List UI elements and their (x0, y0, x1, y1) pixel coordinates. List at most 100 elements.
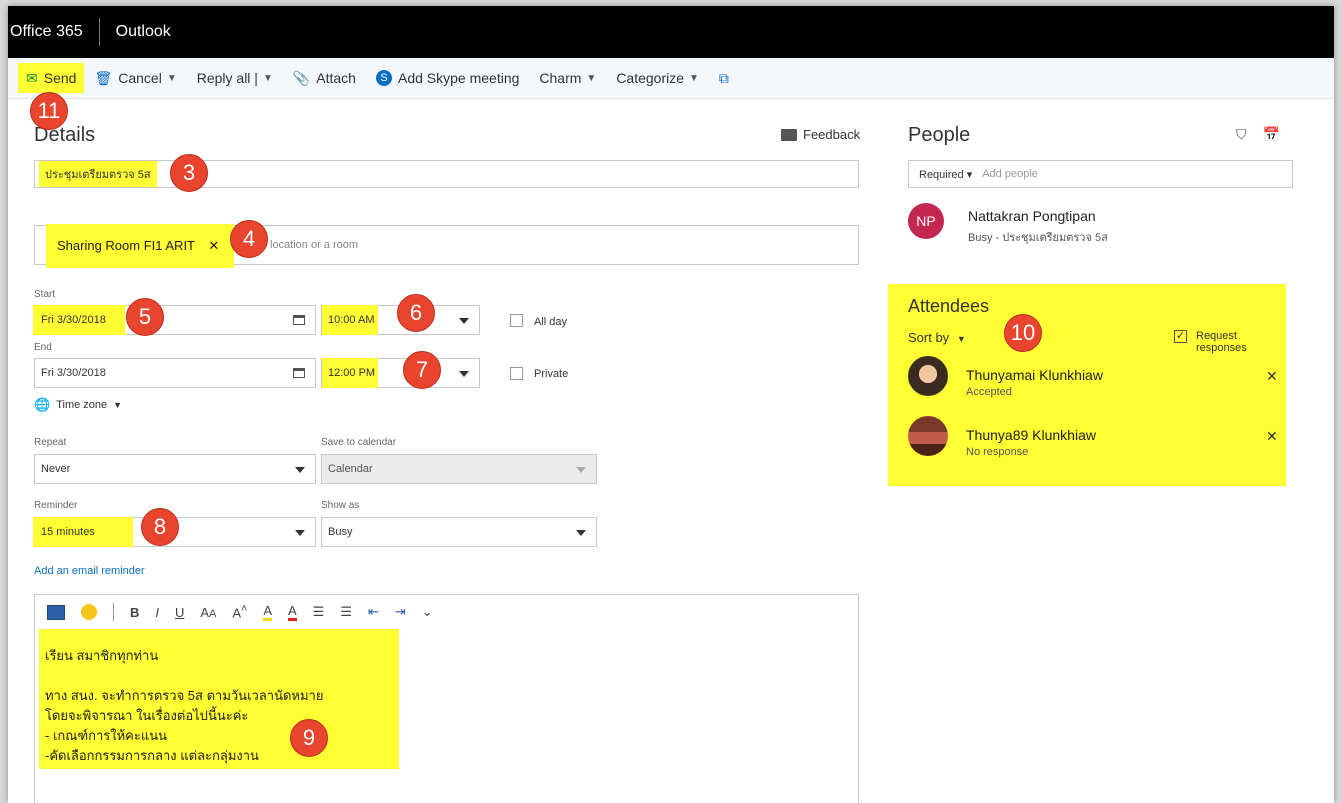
body-line: ทาง สนง. จะทำการตรวจ 5ส ตามวันเวลานัดหมา… (45, 688, 324, 703)
remove-attendee-icon[interactable]: ✕ (1266, 368, 1278, 385)
bullets-icon[interactable]: ☰ (313, 604, 325, 620)
annotation-badge-5: 5 (126, 298, 164, 336)
font-color-icon[interactable]: A (287, 603, 297, 621)
body-line: - เกณฑ์การให้คะแนน (45, 728, 168, 743)
start-label: Start (34, 289, 56, 300)
calendar-icon[interactable] (293, 368, 305, 378)
chevron-down-icon: ▼ (262, 72, 273, 84)
remove-attendee-icon[interactable]: ✕ (1266, 428, 1278, 445)
repeat-select[interactable]: Never (34, 454, 316, 484)
pop-out-button[interactable]: ⧉ (709, 62, 745, 94)
dropdown-arrow-icon (295, 467, 305, 473)
add-people-placeholder: Add people (982, 168, 1038, 180)
increase-indent-icon[interactable]: ⇥ (395, 604, 406, 620)
annotation-badge-10: 10 (1004, 314, 1042, 352)
attendee-name: Thunyamai Klunkhiaw (966, 367, 1103, 383)
add-skype-meeting-button[interactable]: S Add Skype meeting (366, 62, 529, 94)
attendees-heading: Attendees (908, 296, 990, 316)
private-checkbox[interactable] (510, 367, 523, 380)
product-name[interactable]: Outlook (100, 23, 171, 41)
message-body-editor[interactable]: B I U AA A˄ A A ☰ ☰ ⇤ ⇥ ⌄ เรียน สมาชิกทุ… (34, 594, 859, 803)
scheduling-assistant-icon[interactable]: 📅 (1263, 126, 1280, 143)
command-toolbar: ✉ Send 🗑 Cancel ▼ Reply all | ▼ 📎 Attach… (8, 58, 1334, 99)
paperclip-icon: 📎 (292, 69, 311, 86)
dropdown-arrow-icon (576, 530, 586, 536)
superscript-icon[interactable]: A˄ (232, 603, 247, 620)
chevron-down-icon: ▼ (166, 72, 177, 84)
title-input[interactable]: ประชุมเตรียมตรวจ 5ส (34, 160, 859, 188)
location-chip: Sharing Room FI1 ARIT ✕ (57, 238, 220, 253)
chevron-down-icon: ▼ (113, 400, 123, 410)
private-label: Private (534, 368, 569, 380)
annotation-badge-7: 7 (403, 351, 441, 389)
attendee-avatar (908, 356, 948, 396)
outlook-window: Office 365 Outlook ✉ Send 🗑 Cancel ▼ Rep… (8, 6, 1334, 803)
skype-icon: S (375, 70, 392, 86)
location-input[interactable]: Sharing Room FI1 ARIT ✕ location or a ro… (34, 224, 859, 268)
all-day-checkbox[interactable] (510, 314, 523, 327)
repeat-label: Repeat (34, 437, 67, 448)
decrease-indent-icon[interactable]: ⇤ (368, 604, 379, 620)
chevron-down-icon: ▼ (689, 72, 699, 84)
start-date-input[interactable]: Fri 3/30/2018 (33, 305, 316, 335)
annotation-badge-3: 3 (170, 154, 208, 192)
more-options-chevron-icon[interactable]: ⌄ (422, 604, 433, 620)
annotation-badge-8: 8 (141, 508, 179, 546)
attendees-panel: Attendees Sort by ▼ 10 ✓ Request respons… (888, 284, 1286, 486)
request-responses-checkbox[interactable]: ✓ (1174, 330, 1187, 343)
add-email-reminder-link[interactable]: Add an email reminder (34, 565, 145, 577)
bold-icon[interactable]: B (130, 605, 139, 620)
all-day-label: All day (534, 316, 568, 328)
title-value: ประชุมเตรียมตรวจ 5ส (39, 161, 157, 187)
underline-icon[interactable]: U (175, 605, 184, 620)
time-zone-toggle[interactable]: 🌐 Time zone ▼ (34, 397, 122, 413)
address-book-icon[interactable]: ⛉ (1236, 126, 1247, 143)
attendee-status: No response (966, 446, 1029, 458)
end-date-input[interactable]: Fri 3/30/2018 (34, 358, 316, 388)
globe-icon: 🌐 (34, 397, 51, 412)
sort-by-dropdown[interactable]: Sort by ▼ (908, 330, 966, 345)
dropdown-arrow-icon (295, 530, 305, 536)
app-launcher-title[interactable]: Office 365 (8, 18, 100, 46)
required-dropdown[interactable]: Required ▾ (919, 168, 972, 181)
end-time-select[interactable]: 12:00 PM (321, 358, 480, 388)
annotation-badge-4: 4 (230, 220, 268, 258)
emoji-icon[interactable] (81, 604, 97, 620)
toolbar-separator (113, 603, 114, 621)
charm-button[interactable]: Charm ▼ (529, 62, 606, 94)
remove-location-icon[interactable]: ✕ (208, 238, 219, 253)
body-line: -คัดเลือกกรรมการกลาง แต่ละกลุ่มงาน (45, 748, 259, 763)
chevron-down-icon: ▼ (956, 334, 966, 344)
body-line: เรียน สมาชิกทุกท่าน (45, 648, 159, 663)
organizer-status: Busy - ประชุมเตรียมตรวจ 5ส (968, 232, 1108, 244)
end-label: End (34, 342, 52, 353)
formatting-toolbar: B I U AA A˄ A A ☰ ☰ ⇤ ⇥ ⌄ (47, 603, 449, 621)
italic-icon[interactable]: I (155, 605, 159, 620)
calendar-icon[interactable] (293, 315, 305, 325)
insert-picture-icon[interactable] (47, 604, 65, 620)
attach-button[interactable]: 📎 Attach (283, 62, 366, 94)
feedback-button[interactable]: Feedback (781, 127, 860, 142)
add-people-input[interactable]: Required ▾ Add people (908, 160, 1293, 188)
reply-all-button[interactable]: Reply all | ▼ (187, 62, 283, 94)
categorize-button[interactable]: Categorize ▼ (606, 62, 709, 94)
show-as-select[interactable]: Busy (321, 517, 597, 547)
cancel-button[interactable]: 🗑 Cancel ▼ (84, 62, 186, 94)
organizer-name: Nattakran Pongtipan (968, 208, 1096, 224)
attendee-name: Thunya89 Klunkhiaw (966, 427, 1096, 443)
feedback-icon (781, 128, 797, 141)
app-header: Office 365 Outlook (8, 6, 1334, 58)
dropdown-arrow-icon (459, 371, 469, 377)
annotation-badge-6: 6 (397, 294, 435, 332)
chevron-down-icon: ▼ (586, 72, 597, 84)
location-placeholder: location or a room (270, 239, 359, 251)
send-button[interactable]: ✉ Send (18, 63, 85, 93)
pop-out-icon: ⧉ (718, 69, 729, 86)
numbering-icon[interactable]: ☰ (340, 604, 352, 620)
dropdown-arrow-icon (459, 318, 469, 324)
attendee-status: Accepted (966, 386, 1012, 398)
attendee-avatar (908, 416, 948, 456)
save-to-calendar-select[interactable]: Calendar (321, 454, 597, 484)
highlight-icon[interactable]: A (263, 603, 272, 621)
font-size-icon[interactable]: AA (200, 605, 216, 620)
